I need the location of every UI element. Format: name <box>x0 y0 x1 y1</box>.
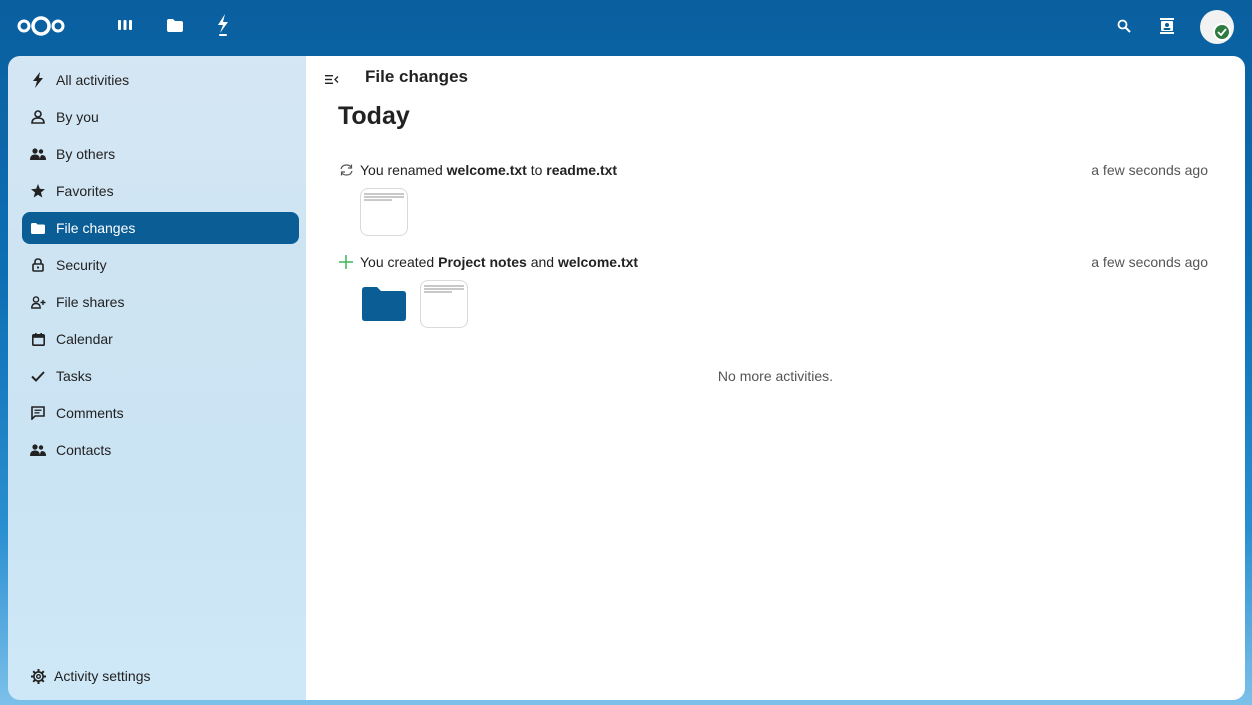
sidebar-item-label: All activities <box>56 72 130 88</box>
activity-settings-button[interactable]: Activity settings <box>22 660 299 692</box>
sidebar-item-label: By others <box>56 146 116 162</box>
file-link[interactable]: welcome.txt <box>558 254 638 270</box>
day-heading: Today <box>338 102 410 130</box>
users-icon <box>30 146 46 162</box>
sidebar-item-contacts[interactable]: Contacts <box>22 434 299 466</box>
contacts-group-icon <box>30 442 46 458</box>
activity-text: You created Project notes and welcome.tx… <box>360 254 639 270</box>
settings-label: Activity settings <box>54 668 151 684</box>
file-preview-thumbnail[interactable] <box>360 188 408 236</box>
bolt-icon <box>30 72 46 88</box>
activity-icon[interactable] <box>212 14 234 36</box>
online-status-icon <box>1213 23 1231 41</box>
add-icon <box>338 254 354 270</box>
user-icon <box>30 109 46 125</box>
user-avatar[interactable] <box>1200 10 1234 44</box>
gear-icon <box>30 668 46 684</box>
sidebar-item-by-others[interactable]: By others <box>22 138 299 170</box>
sidebar-item-all-activities[interactable]: All activities <box>22 64 299 96</box>
activity-time: a few seconds ago <box>1091 162 1208 178</box>
sidebar-item-label: Comments <box>56 405 124 421</box>
sidebar-item-label: Calendar <box>56 331 113 347</box>
sidebar-item-security[interactable]: Security <box>22 249 299 281</box>
file-link[interactable]: welcome.txt <box>447 162 527 178</box>
calendar-icon <box>30 331 46 347</box>
nextcloud-logo[interactable] <box>16 14 66 38</box>
check-icon <box>30 368 46 384</box>
contacts-icon[interactable] <box>1157 16 1177 36</box>
folder-icon[interactable] <box>360 280 408 328</box>
rename-icon <box>338 162 354 178</box>
file-preview-thumbnail[interactable] <box>420 280 468 328</box>
sidebar-item-label: Contacts <box>56 442 112 458</box>
top-header <box>0 0 1252 50</box>
activity-sidebar: All activities By you By others Favorite… <box>8 56 306 700</box>
sidebar-item-by-you[interactable]: By you <box>22 101 299 133</box>
activity-text: You renamed welcome.txt to readme.txt <box>360 162 618 178</box>
star-icon <box>30 183 46 199</box>
sidebar-item-file-changes[interactable]: File changes <box>22 212 299 244</box>
sidebar-item-calendar[interactable]: Calendar <box>22 323 299 355</box>
sidebar-item-label: File shares <box>56 294 125 310</box>
activity-time: a few seconds ago <box>1091 254 1208 270</box>
sidebar-item-label: Favorites <box>56 183 114 199</box>
sidebar-item-label: Tasks <box>56 368 92 384</box>
lock-icon <box>30 257 46 273</box>
folder-icon <box>30 220 46 236</box>
activity-item: You created Project notes and welcome.tx… <box>338 252 1208 328</box>
sidebar-item-file-shares[interactable]: File shares <box>22 286 299 318</box>
no-more-activities: No more activities. <box>717 368 834 384</box>
activity-item: You renamed welcome.txt to readme.txt a … <box>338 160 1208 236</box>
sidebar-item-label: By you <box>56 109 99 125</box>
search-icon[interactable] <box>1114 16 1134 36</box>
files-icon[interactable] <box>164 14 186 36</box>
page-title: File changes <box>365 67 468 86</box>
share-user-icon <box>30 294 46 310</box>
sidebar-item-favorites[interactable]: Favorites <box>22 175 299 207</box>
sidebar-toggle-icon[interactable] <box>322 70 342 88</box>
comment-icon <box>30 405 46 421</box>
sidebar-item-label: File changes <box>56 220 136 236</box>
main-content: File changes Today You renamed welcome.t… <box>306 56 1245 700</box>
file-link[interactable]: readme.txt <box>546 162 617 178</box>
sidebar-item-label: Security <box>56 257 107 273</box>
sidebar-item-comments[interactable]: Comments <box>22 397 299 429</box>
file-link[interactable]: Project notes <box>438 254 527 270</box>
sidebar-item-tasks[interactable]: Tasks <box>22 360 299 392</box>
dashboard-icon[interactable] <box>114 14 136 36</box>
